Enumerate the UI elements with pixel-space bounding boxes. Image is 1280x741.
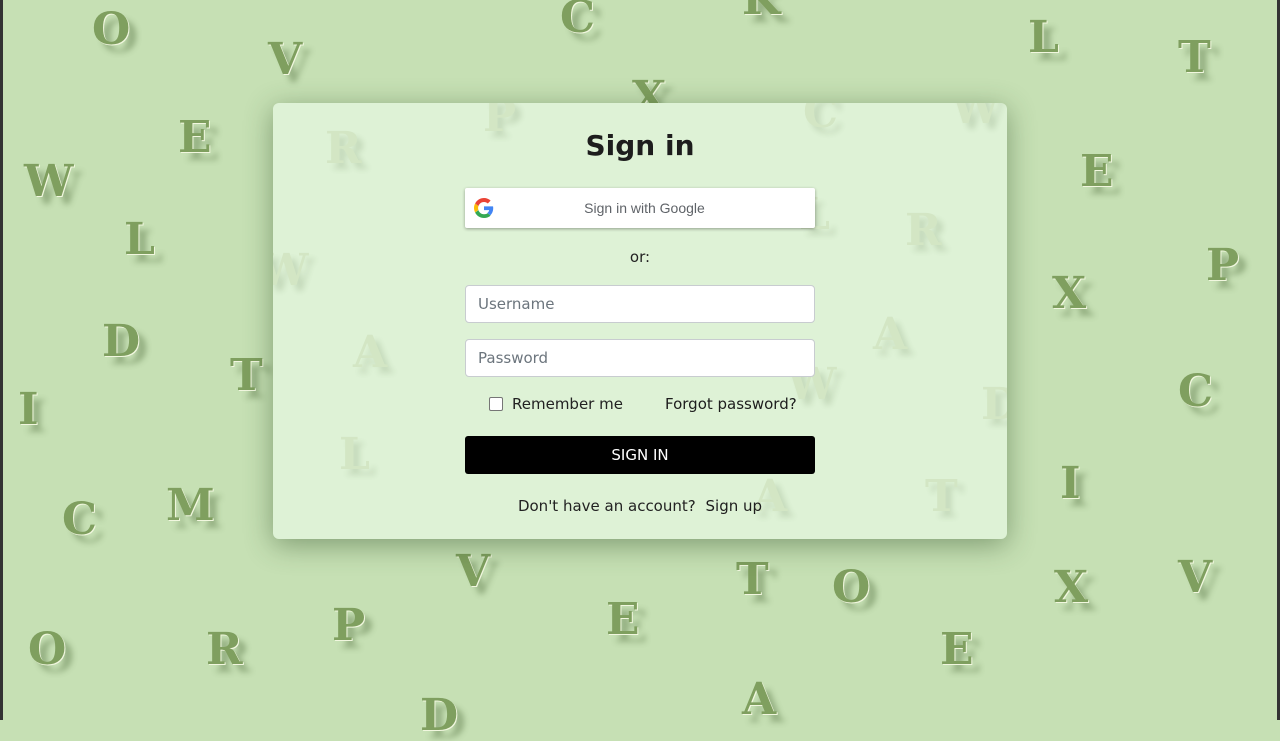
background-letter: T	[230, 350, 263, 401]
background-letter: C	[1178, 366, 1214, 417]
background-letter: T	[736, 554, 769, 605]
background-letter: X	[1054, 562, 1089, 613]
google-button-label: Sign in with Google	[584, 200, 705, 216]
background-letter: K	[742, 0, 780, 22]
google-icon	[474, 198, 494, 218]
username-input[interactable]	[465, 285, 815, 323]
background-letter: W	[951, 103, 1001, 134]
background-letter: E	[940, 624, 974, 675]
background-letter: V	[456, 546, 491, 597]
background-letter: D	[102, 316, 141, 367]
password-input[interactable]	[465, 339, 815, 377]
background-letter: A	[742, 674, 777, 725]
sign-in-button[interactable]: SIGN IN	[465, 436, 815, 474]
sign-in-card: P C W W R R A A D L L A T W Sign in Sign…	[273, 103, 1007, 539]
background-letter: O	[28, 624, 67, 675]
background-letter: L	[339, 429, 370, 480]
background-letter: T	[1178, 32, 1211, 83]
left-border	[0, 0, 3, 720]
background-letter: E	[1080, 146, 1114, 197]
remember-me-label[interactable]: Remember me	[512, 395, 623, 413]
background-letter: V	[268, 34, 303, 85]
background-letter: P	[1206, 240, 1240, 291]
background-letter: R	[206, 624, 243, 675]
background-letter: A	[353, 327, 388, 378]
background-letter: C	[560, 0, 596, 43]
sign-up-link[interactable]: Sign up	[706, 497, 763, 515]
background-letter: E	[178, 112, 212, 163]
background-letter: O	[92, 4, 131, 55]
signup-row: Don't have an account? Sign up	[273, 497, 1007, 515]
forgot-password-link[interactable]: Forgot password?	[665, 395, 797, 413]
background-letter: M	[166, 480, 215, 531]
remember-me[interactable]: Remember me	[489, 395, 623, 413]
remember-me-checkbox[interactable]	[489, 397, 503, 411]
or-separator: or:	[629, 248, 651, 266]
background-letter: D	[420, 690, 459, 741]
background-letter: L	[1028, 12, 1059, 63]
background-letter: D	[981, 379, 1007, 430]
background-letter: L	[124, 214, 155, 265]
background-letter: V	[1178, 552, 1213, 603]
background-letter: X	[1052, 268, 1087, 319]
background-letter: O	[832, 562, 871, 613]
background-letter: I	[18, 384, 39, 435]
google-sign-in-button[interactable]: Sign in with Google	[465, 188, 815, 228]
background-letter: R	[905, 205, 942, 256]
page-title: Sign in	[585, 129, 695, 162]
background-letter: W	[24, 156, 74, 207]
background-letter: I	[1060, 458, 1081, 509]
background-letter: C	[62, 494, 98, 545]
background-letter: E	[606, 594, 640, 645]
signup-prompt: Don't have an account?	[517, 497, 696, 515]
background-letter: P	[332, 600, 366, 651]
background-letter: A	[873, 309, 908, 360]
